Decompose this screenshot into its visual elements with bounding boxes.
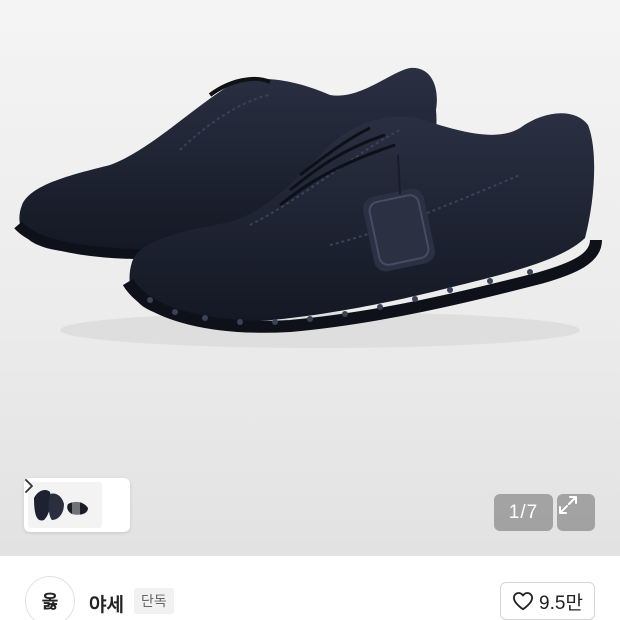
seller-bar: 옳 야세 단독 9.5만: [0, 556, 620, 620]
like-button[interactable]: 9.5만: [500, 582, 595, 620]
image-counter: 1/7: [494, 494, 553, 531]
product-image-gallery[interactable]: 1/7: [0, 0, 620, 556]
seller-avatar[interactable]: 옳: [25, 576, 75, 620]
exclusive-badge: 단독: [134, 588, 174, 614]
heart-outline-icon: [513, 592, 534, 611]
seller-name[interactable]: 야세: [89, 590, 124, 617]
product-photo-sneakers[interactable]: [0, 0, 620, 556]
expand-icon: [559, 496, 577, 514]
like-count: 9.5만: [539, 592, 583, 614]
thumbnail-image[interactable]: [28, 482, 102, 528]
expand-button[interactable]: [557, 494, 595, 531]
thumbnail-strip[interactable]: [24, 478, 130, 532]
avatar-logo: 옳: [41, 592, 59, 612]
